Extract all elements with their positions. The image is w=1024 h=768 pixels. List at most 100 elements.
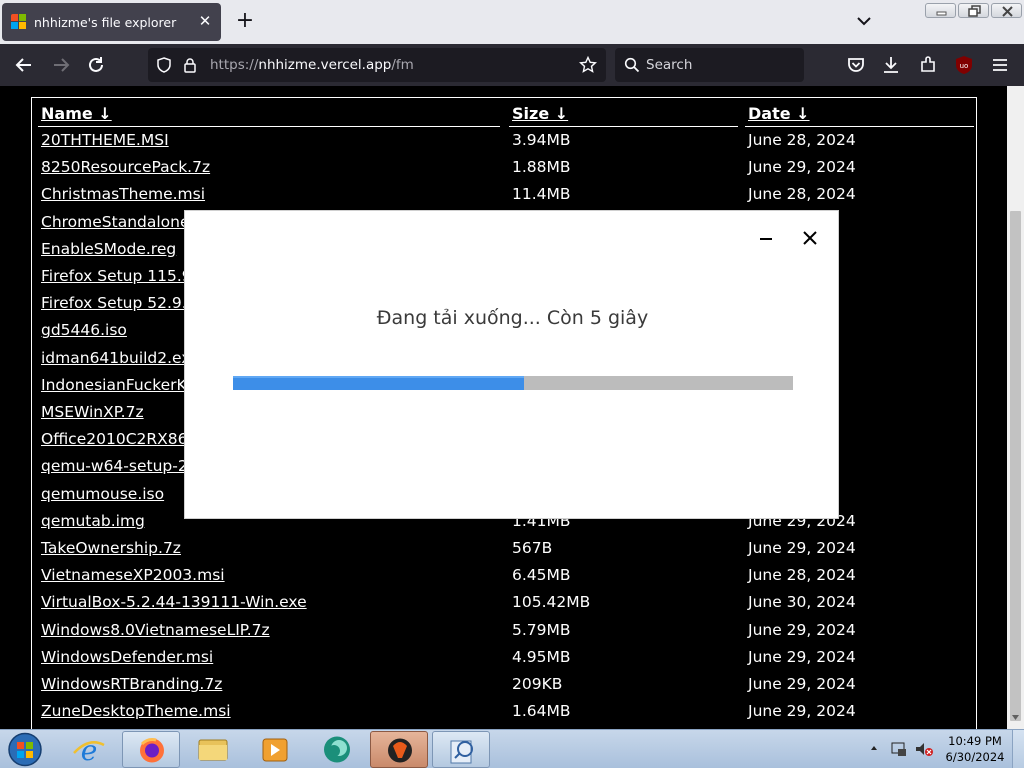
header-underline — [745, 126, 974, 127]
tab-file-explorer[interactable]: nhhizme's file explorer ✕ — [2, 3, 221, 41]
file-name-link[interactable]: MSEWinXP.7z — [41, 403, 144, 421]
media-player-icon[interactable] — [246, 731, 304, 768]
downloads-icon[interactable] — [880, 54, 902, 76]
table-row: WindowsRTBranding.7z 209KB June 29, 2024 — [32, 675, 978, 702]
start-orb-icon[interactable] — [5, 731, 45, 768]
lock-icon[interactable] — [183, 57, 197, 73]
file-name-link[interactable]: qemumouse.iso — [41, 485, 164, 503]
bookmark-star-icon[interactable] — [579, 56, 597, 74]
scroll-down-arrow-icon[interactable] — [1011, 713, 1020, 722]
file-name-link[interactable]: Firefox Setup 52.9.0 — [41, 294, 197, 312]
file-name-link[interactable]: TakeOwnership.7z — [41, 539, 181, 557]
action-center-flag-icon[interactable] — [890, 741, 908, 757]
clock-date: 6/30/2024 — [945, 750, 1005, 764]
file-name-link[interactable]: ChristmasTheme.msi — [41, 185, 205, 203]
file-name-link[interactable]: 20THTHEME.MSI — [41, 131, 169, 149]
chevron-down-icon[interactable] — [855, 12, 873, 30]
system-app-icon[interactable] — [432, 731, 490, 768]
file-date: June 28, 2024 — [748, 131, 856, 149]
file-date: June 29, 2024 — [748, 539, 856, 557]
internet-explorer-icon[interactable]: e — [60, 731, 118, 768]
file-date: June 29, 2024 — [748, 620, 856, 639]
file-name-link[interactable]: ZuneDesktopTheme.msi — [41, 702, 231, 720]
svg-text:e: e — [81, 734, 98, 767]
file-date: June 29, 2024 — [748, 675, 856, 693]
file-size: 1.88MB — [512, 158, 571, 177]
show-desktop-button[interactable] — [1012, 730, 1024, 768]
table-row: 8250ResourcePack.7z 1.88MB June 29, 2024 — [32, 158, 978, 185]
new-tab-button[interactable]: + — [234, 10, 256, 32]
progress-fill — [233, 376, 525, 390]
tray-expand-arrow-icon[interactable] — [870, 744, 878, 752]
file-size: 567B — [512, 539, 553, 557]
volume-muted-icon[interactable] — [914, 741, 934, 757]
window-close-button[interactable] — [991, 3, 1022, 18]
file-size: 5.79MB — [512, 620, 571, 639]
column-header-name[interactable]: Name ↓ — [41, 104, 112, 123]
pocket-icon[interactable] — [845, 54, 867, 76]
navigation-toolbar: https://nhhizme.vercel.app/fm Search uo — [0, 44, 1024, 86]
window-minimize-button[interactable] — [925, 3, 956, 18]
url-bar[interactable]: https://nhhizme.vercel.app/fm — [148, 48, 606, 82]
file-name-link[interactable]: Windows8.0VietnameseLIP.7z — [41, 621, 270, 639]
file-name-link[interactable]: VietnameseXP2003.msi — [41, 566, 225, 584]
active-app-icon[interactable] — [370, 731, 428, 768]
shield-icon[interactable] — [156, 57, 172, 73]
file-size: 11.4MB — [512, 185, 571, 204]
file-date: June 29, 2024 — [748, 702, 856, 721]
tab-close-icon[interactable]: ✕ — [197, 13, 213, 29]
window-restore-button[interactable] — [958, 3, 989, 18]
file-name-link[interactable]: WindowsRTBranding.7z — [41, 675, 222, 693]
hamburger-menu-icon[interactable] — [989, 54, 1011, 76]
search-bar[interactable]: Search — [615, 48, 804, 82]
file-name-link[interactable]: Firefox Setup 115.9 — [41, 267, 192, 285]
app-green-circle-icon[interactable] — [308, 731, 366, 768]
tab-title: nhhizme's file explorer — [34, 14, 177, 30]
column-header-size[interactable]: Size ↓ — [512, 104, 568, 123]
file-name-link[interactable]: idman641build2.ex — [41, 349, 191, 367]
clock-time: 10:49 PM — [948, 734, 1002, 748]
system-clock[interactable]: 10:49 PM 6/30/2024 — [944, 733, 1006, 765]
ublock-origin-icon[interactable]: uo — [953, 54, 975, 76]
dialog-close-icon[interactable] — [801, 229, 819, 247]
back-arrow-icon[interactable] — [13, 54, 35, 76]
file-name-link[interactable]: VirtualBox-5.2.44-139111-Win.exe — [41, 593, 307, 611]
file-size: 209KB — [512, 675, 563, 693]
firefox-icon[interactable] — [122, 731, 180, 768]
file-date: June 29, 2024 — [748, 647, 856, 666]
file-name-link[interactable]: gd5446.iso — [41, 321, 127, 339]
file-name-link[interactable]: WindowsDefender.msi — [41, 648, 213, 666]
column-header-date[interactable]: Date ↓ — [748, 104, 810, 123]
file-size: 6.45MB — [512, 566, 571, 585]
extensions-icon[interactable] — [917, 54, 939, 76]
file-name-link[interactable]: EnableSMode.reg — [41, 240, 176, 258]
page-scrollbar[interactable] — [1007, 86, 1024, 729]
header-underline — [38, 126, 500, 127]
file-size: 1.64MB — [512, 702, 571, 721]
file-name-link[interactable]: qemutab.img — [41, 512, 145, 530]
file-name-link[interactable]: 8250ResourcePack.7z — [41, 158, 210, 176]
search-placeholder: Search — [646, 57, 693, 73]
table-row: VirtualBox-5.2.44-139111-Win.exe 105.42MB… — [32, 593, 978, 620]
forward-arrow-icon[interactable] — [50, 54, 72, 76]
table-row: Windows8.0VietnameseLIP.7z 5.79MB June 29,… — [32, 621, 978, 648]
file-size: 4.95MB — [512, 647, 571, 666]
url-scheme: https:// — [210, 57, 259, 73]
file-explorer-icon[interactable] — [184, 731, 242, 768]
table-row: ZuneDesktopTheme.msi 1.64MB June 29, 2024 — [32, 702, 978, 729]
file-date: June 28, 2024 — [748, 185, 856, 204]
file-name-link[interactable]: ChromeStandalone — [41, 213, 190, 231]
reload-icon[interactable] — [85, 54, 107, 76]
file-name-link[interactable]: qemu-w64-setup-20 — [41, 457, 198, 475]
file-name-link[interactable]: Office2010C2RX86F — [41, 430, 196, 448]
table-row: WindowsDefender.msi 4.95MB June 29, 2024 — [32, 648, 978, 675]
file-name-link[interactable]: IndonesianFuckerK — [41, 376, 187, 394]
table-row: TakeOwnership.7z 567B June 29, 2024 — [32, 539, 978, 566]
scrollbar-thumb[interactable] — [1010, 211, 1021, 721]
url-host: nhhizme.vercel.app — [258, 57, 392, 73]
dialog-minimize-icon[interactable] — [757, 229, 775, 247]
download-dialog: Đang tải xuống... Còn 5 giây — [184, 210, 839, 519]
url-text[interactable]: https://nhhizme.vercel.app/fm — [210, 57, 414, 73]
file-date: June 30, 2024 — [748, 593, 856, 612]
search-icon — [624, 57, 640, 73]
